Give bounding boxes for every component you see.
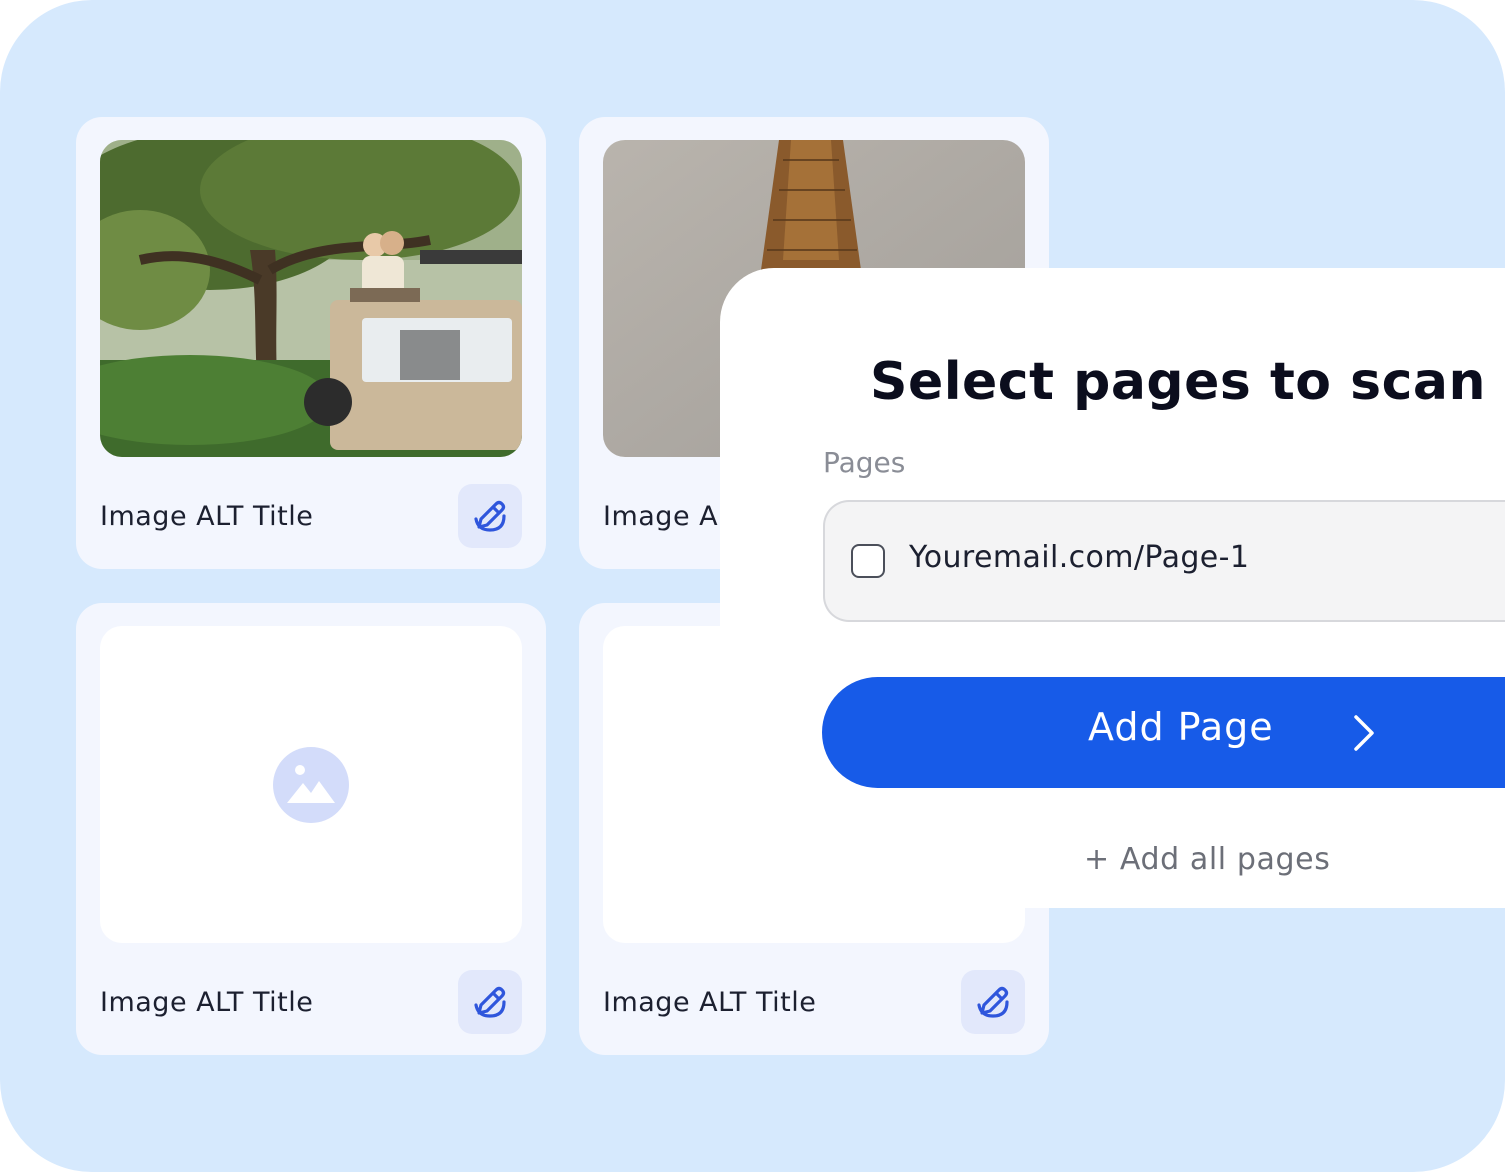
- add-page-button-label: Add Page: [1088, 705, 1274, 749]
- pencil-edit-icon: [474, 986, 506, 1018]
- image-thumbnail-safari: [100, 140, 522, 457]
- app-canvas: Image ALT Title Image ALT Title Image AL…: [0, 0, 1505, 1172]
- image-card-1[interactable]: Image ALT Title: [76, 117, 546, 569]
- modal-title: Select pages to scan images: [870, 352, 1505, 412]
- pencil-edit-icon: [474, 500, 506, 532]
- image-alt-title: Image ALT Title: [603, 987, 817, 1018]
- page-checkbox[interactable]: [851, 544, 885, 578]
- edit-button[interactable]: [458, 484, 522, 548]
- pencil-edit-icon: [977, 986, 1009, 1018]
- image-card-3[interactable]: Image ALT Title: [76, 603, 546, 1055]
- page-option-label: Youremail.com/Page-1: [909, 540, 1250, 575]
- edit-button[interactable]: [961, 970, 1025, 1034]
- image-alt-title: Image ALT Title: [100, 501, 314, 532]
- add-all-pages-link[interactable]: + Add all pages: [1084, 842, 1330, 877]
- edit-button[interactable]: [458, 970, 522, 1034]
- image-thumbnail-empty: [100, 626, 522, 943]
- select-pages-modal: Select pages to scan images Pages Yourem…: [720, 268, 1505, 908]
- arrow-right-icon: [1292, 715, 1374, 751]
- page-option-row[interactable]: Youremail.com/Page-1: [823, 500, 1505, 622]
- pages-field-label: Pages: [823, 446, 906, 479]
- image-placeholder-icon: [273, 746, 349, 823]
- add-page-button[interactable]: Add Page: [822, 677, 1505, 788]
- image-alt-title: Image ALT Title: [100, 987, 314, 1018]
